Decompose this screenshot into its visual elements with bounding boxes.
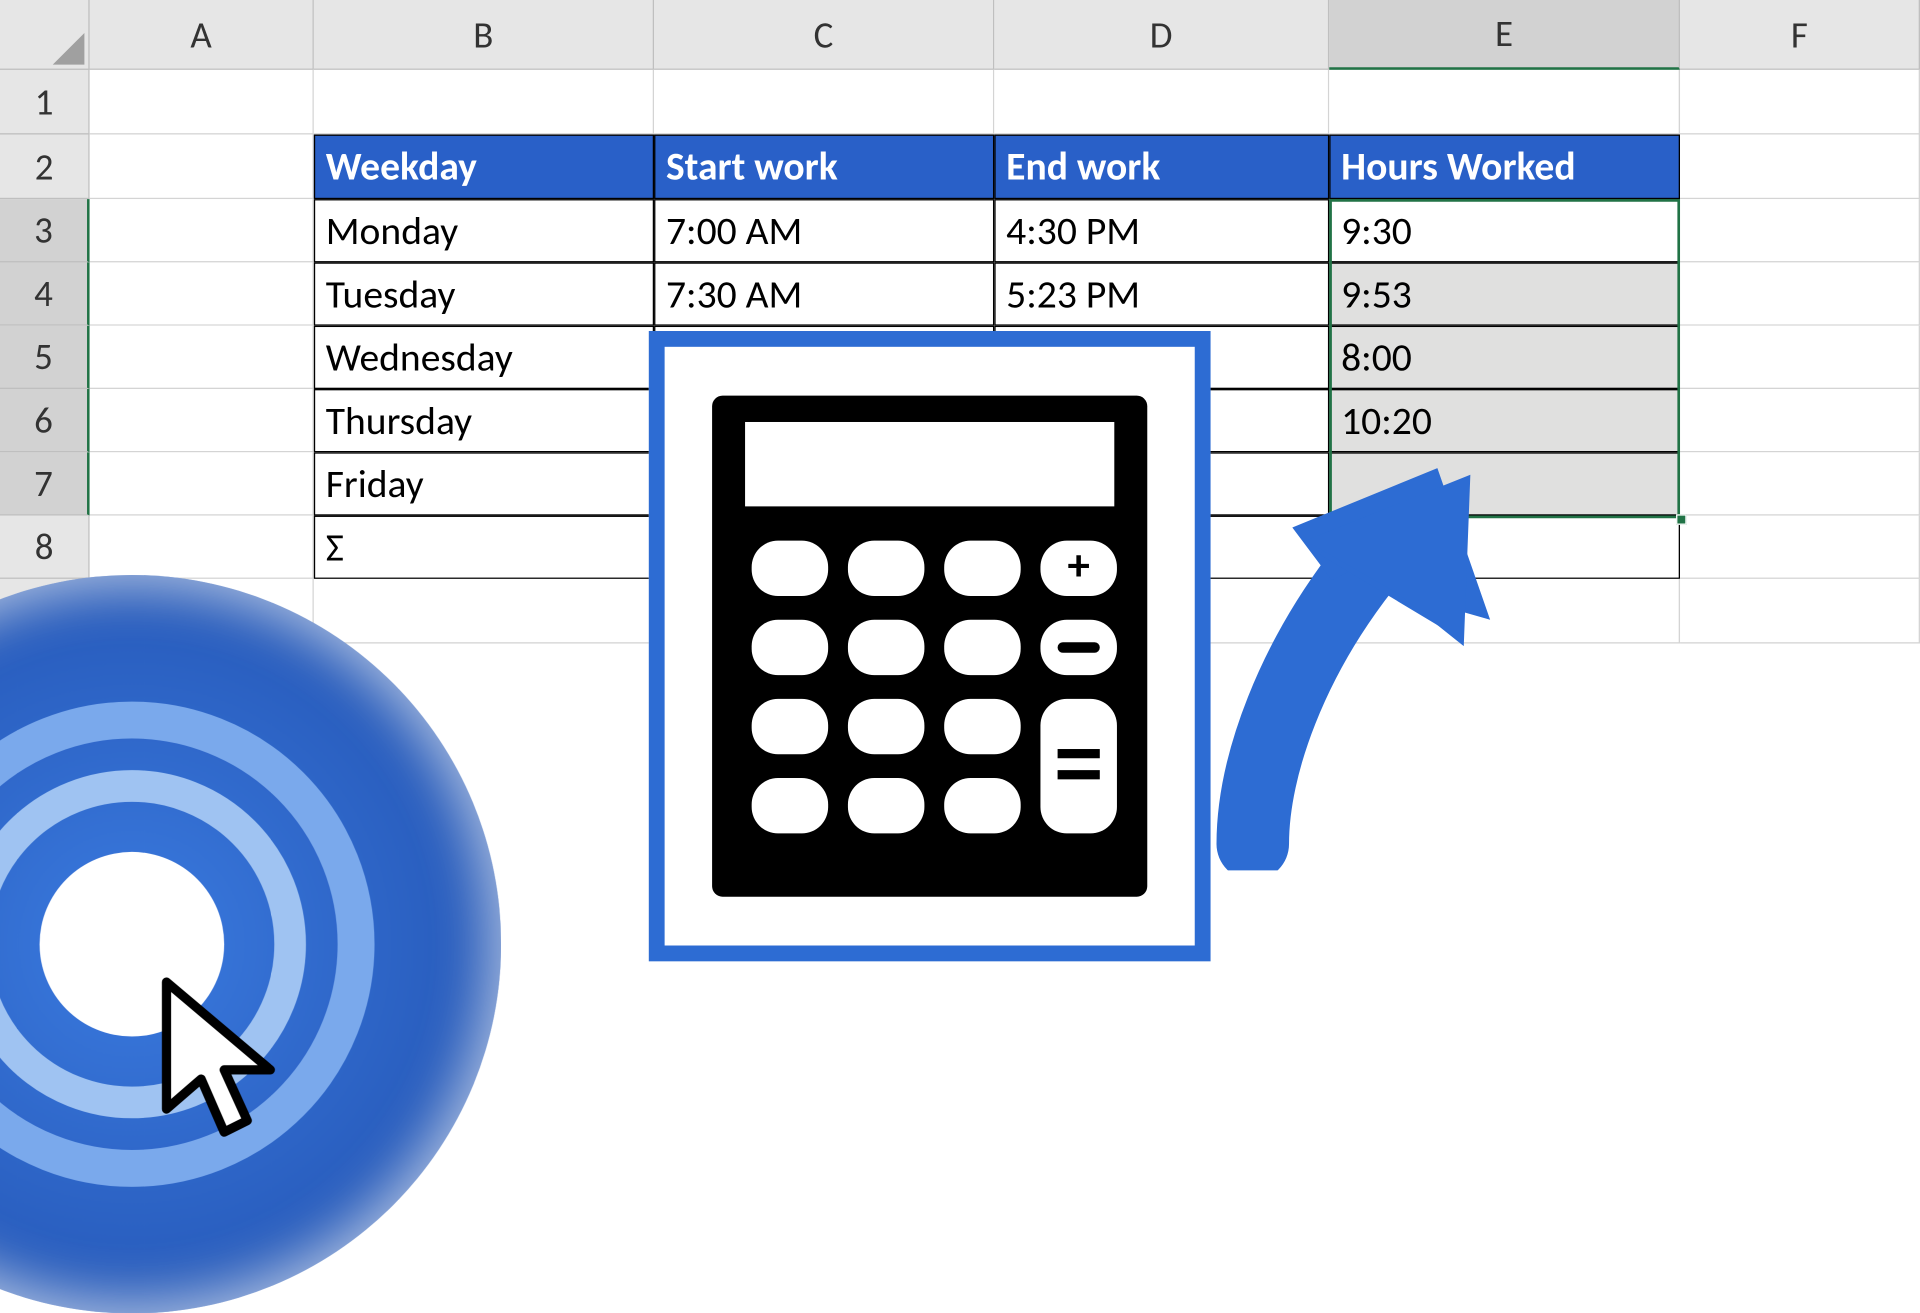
cell-C1[interactable]: [654, 70, 994, 135]
col-header-B[interactable]: B: [314, 0, 654, 70]
cell-B5[interactable]: Wednesday: [314, 326, 654, 389]
cell-E6[interactable]: 10:20: [1329, 389, 1680, 452]
cell-F9[interactable]: [1680, 579, 1920, 644]
cell-F1[interactable]: [1680, 70, 1920, 135]
cell-A6[interactable]: [90, 389, 314, 452]
row-header-8[interactable]: 8: [0, 516, 90, 579]
cell-F3[interactable]: [1680, 199, 1920, 262]
cell-E5[interactable]: 8:00: [1329, 326, 1680, 389]
cell-A5[interactable]: [90, 326, 314, 389]
col-header-D[interactable]: D: [994, 0, 1329, 70]
cell-D3[interactable]: 4:30 PM: [994, 199, 1329, 262]
cell-E1[interactable]: [1329, 70, 1680, 135]
row-header-4[interactable]: 4: [0, 262, 90, 325]
row-header-7[interactable]: 7: [0, 452, 90, 515]
cell-F5[interactable]: [1680, 326, 1920, 389]
row-header-1[interactable]: 1: [0, 70, 90, 135]
cell-A8[interactable]: [90, 516, 314, 579]
cell-E7[interactable]: [1329, 452, 1680, 515]
col-header-C[interactable]: C: [654, 0, 994, 70]
cell-D4[interactable]: 5:23 PM: [994, 262, 1329, 325]
cell-C3[interactable]: 7:00 AM: [654, 199, 994, 262]
cell-F2[interactable]: [1680, 135, 1920, 200]
cell-E3[interactable]: 9:30: [1329, 199, 1680, 262]
cell-A3[interactable]: [90, 199, 314, 262]
cell-B3[interactable]: Monday: [314, 199, 654, 262]
cell-E8[interactable]: [1329, 516, 1680, 579]
cell-B6[interactable]: Thursday: [314, 389, 654, 452]
cell-B4[interactable]: Tuesday: [314, 262, 654, 325]
cell-B7[interactable]: Friday: [314, 452, 654, 515]
cell-F7[interactable]: [1680, 452, 1920, 515]
cell-F8[interactable]: [1680, 516, 1920, 579]
cell-F6[interactable]: [1680, 389, 1920, 452]
cell-E2[interactable]: Hours Worked: [1329, 135, 1680, 200]
brand-logo: [0, 575, 501, 1313]
cell-A4[interactable]: [90, 262, 314, 325]
cell-B2[interactable]: Weekday: [314, 135, 654, 200]
row-header-6[interactable]: 6: [0, 389, 90, 452]
cell-A2[interactable]: [90, 135, 314, 200]
cell-D1[interactable]: [994, 70, 1329, 135]
cell-C2[interactable]: Start work: [654, 135, 994, 200]
col-header-F[interactable]: F: [1680, 0, 1920, 70]
cell-E4[interactable]: 9:53: [1329, 262, 1680, 325]
row-header-3[interactable]: 3: [0, 199, 90, 262]
calculator-icon: +: [699, 382, 1161, 909]
cell-C4[interactable]: 7:30 AM: [654, 262, 994, 325]
calculator-overlay: +: [649, 331, 1211, 961]
select-all-corner[interactable]: [0, 0, 90, 70]
row-header-2[interactable]: 2: [0, 135, 90, 200]
row-header-5[interactable]: 5: [0, 326, 90, 389]
cursor-icon: [145, 971, 303, 1156]
cell-A1[interactable]: [90, 70, 314, 135]
cell-A7[interactable]: [90, 452, 314, 515]
col-header-A[interactable]: A: [90, 0, 314, 70]
cell-E9[interactable]: [1329, 579, 1680, 644]
cell-B1[interactable]: [314, 70, 654, 135]
col-header-E[interactable]: E: [1329, 0, 1680, 70]
svg-text:+: +: [1068, 538, 1090, 593]
cell-F4[interactable]: [1680, 262, 1920, 325]
cell-D2[interactable]: End work: [994, 135, 1329, 200]
cell-B8[interactable]: Σ: [314, 516, 654, 579]
